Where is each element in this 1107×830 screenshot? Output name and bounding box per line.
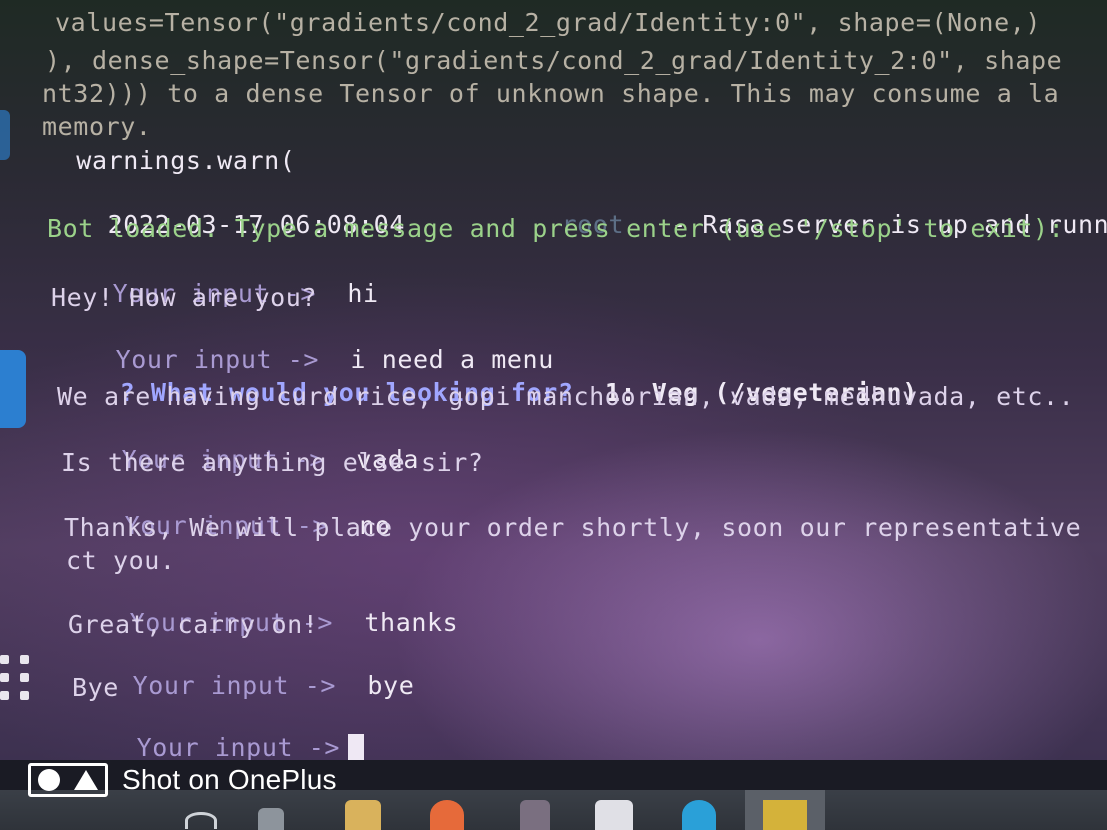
terminal-line: warnings.warn( xyxy=(45,146,296,175)
bot-reply: ct you. xyxy=(66,546,176,575)
task-view-icon[interactable] xyxy=(258,808,284,830)
app-grid-icon[interactable] xyxy=(0,655,34,703)
terminal-line: ), dense_shape=Tensor("gradients/cond_2_… xyxy=(45,46,1063,75)
terminal-line: nt32))) to a dense Tensor of unknown sha… xyxy=(42,79,1060,108)
user-message: bye xyxy=(367,671,415,700)
user-message: hi xyxy=(347,279,379,308)
active-app-tile[interactable] xyxy=(745,790,825,830)
camera-watermark: Shot on OnePlus xyxy=(28,762,337,798)
text-cursor[interactable] xyxy=(348,734,365,760)
file-explorer-icon[interactable] xyxy=(345,800,381,830)
current-input-line[interactable]: Your input -> xyxy=(74,703,365,760)
terminal-line: memory. xyxy=(42,112,152,141)
terminal-window[interactable]: values=Tensor("gradients/cond_2_grad/Ide… xyxy=(0,0,1107,760)
bot-reply: Bye xyxy=(72,673,119,702)
bot-reply: We are having curd rice, gopi manchooria… xyxy=(57,382,1075,411)
edge-icon[interactable] xyxy=(682,800,716,830)
vscode-icon[interactable] xyxy=(0,350,26,428)
bot-loaded-message: Bot loaded. Type a message and press ent… xyxy=(47,214,1065,243)
prompt-label: Your input -> xyxy=(136,733,341,760)
prompt-label: Your input -> xyxy=(132,671,337,700)
terminal-line: values=Tensor("gradients/cond_2_grad/Ide… xyxy=(55,8,1042,37)
app-icon xyxy=(763,800,807,830)
app-icon[interactable] xyxy=(520,800,550,830)
user-message: thanks xyxy=(364,608,459,637)
bot-reply: Great, carry on! xyxy=(68,610,319,639)
app-icon[interactable] xyxy=(0,110,10,160)
bot-reply: Hey! How are you? xyxy=(51,283,318,312)
oneplus-logo-icon xyxy=(28,763,108,797)
firefox-icon[interactable] xyxy=(430,800,464,830)
search-icon[interactable] xyxy=(185,812,217,829)
bot-reply: Is there anything else sir? xyxy=(61,448,484,477)
bot-reply: Thanks, We will place your order shortly… xyxy=(64,513,1082,542)
store-icon[interactable] xyxy=(595,800,633,830)
watermark-text: Shot on OnePlus xyxy=(122,764,337,795)
